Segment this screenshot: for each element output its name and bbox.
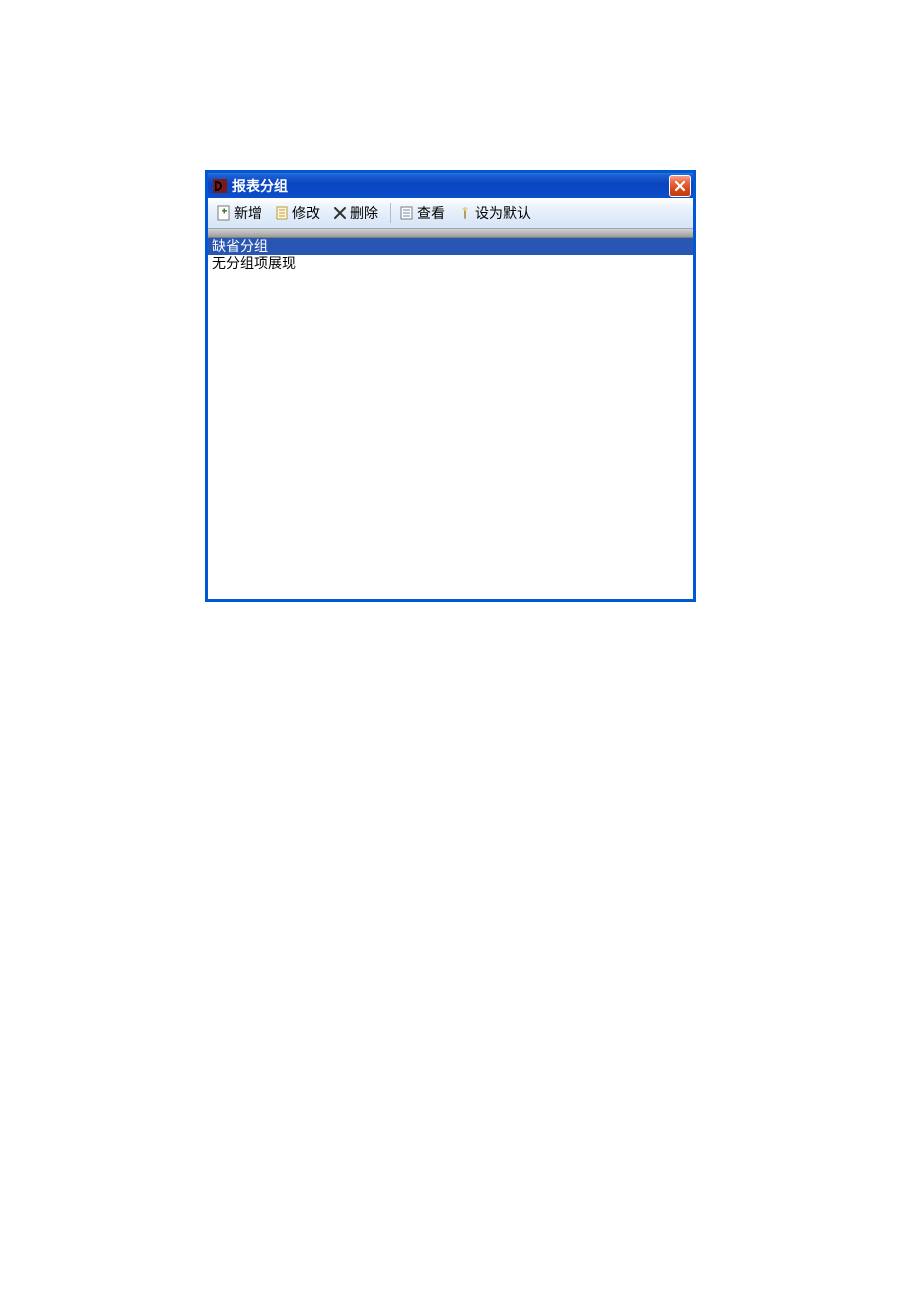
list-item[interactable]: 缺省分组: [208, 238, 693, 255]
add-button[interactable]: 新增: [212, 201, 270, 225]
set-default-button[interactable]: 设为默认: [453, 201, 539, 225]
view-label: 查看: [417, 203, 445, 223]
wand-icon: [457, 205, 473, 221]
delete-label: 删除: [350, 203, 378, 223]
list-item-label: 缺省分组: [212, 238, 268, 254]
content-area: 缺省分组 无分组项展现: [208, 228, 693, 599]
group-list[interactable]: 缺省分组 无分组项展现: [208, 238, 693, 599]
close-button[interactable]: [669, 175, 691, 197]
view-icon: [399, 205, 415, 221]
window-title: 报表分组: [232, 176, 669, 196]
app-icon: [212, 178, 228, 194]
toolbar-separator: [390, 203, 391, 223]
edit-icon: [274, 205, 290, 221]
list-header-bar: [208, 229, 693, 238]
add-label: 新增: [234, 203, 262, 223]
view-button[interactable]: 查看: [395, 201, 453, 225]
delete-button[interactable]: 删除: [328, 201, 386, 225]
toolbar: 新增 修改 删除: [208, 198, 693, 229]
dialog-window: 报表分组 新增: [205, 170, 696, 602]
list-item-label: 无分组项展现: [212, 255, 296, 271]
close-icon: [674, 180, 686, 192]
titlebar[interactable]: 报表分组: [208, 173, 693, 198]
edit-button[interactable]: 修改: [270, 201, 328, 225]
list-item[interactable]: 无分组项展现: [208, 255, 693, 272]
set-default-label: 设为默认: [475, 203, 531, 223]
edit-label: 修改: [292, 203, 320, 223]
add-icon: [216, 205, 232, 221]
delete-icon: [332, 205, 348, 221]
